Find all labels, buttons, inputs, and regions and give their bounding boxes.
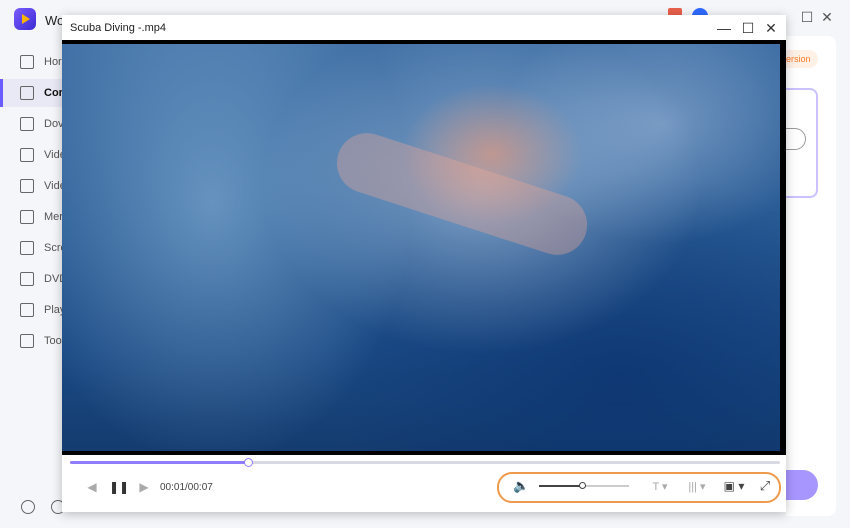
sidebar-item-toolbox[interactable]: Too (0, 327, 62, 355)
download-icon (20, 117, 34, 131)
player-close-button[interactable]: ✕ (761, 18, 781, 38)
sidebar-item-label: Hor (44, 56, 62, 68)
toolbox-icon (20, 334, 34, 348)
app-close-button[interactable]: ✕ (818, 8, 836, 26)
progress-fill (70, 461, 248, 464)
player-icon (20, 303, 34, 317)
sidebar-item-label: Cor (44, 87, 63, 99)
sidebar-item-label: Too (44, 335, 62, 347)
video-player-window: Scuba Diving -.mp4 — ☐ ✕ ◀ ❚❚ ▶ 00:01/00… (62, 15, 786, 512)
video-frame[interactable] (62, 40, 786, 455)
scissors-icon (20, 179, 34, 193)
volume-fill (539, 485, 583, 487)
player-title: Scuba Diving -.mp4 (70, 22, 166, 34)
sidebar-item-dvd-burner[interactable]: DVD (0, 265, 67, 293)
underwater-scene (62, 44, 780, 451)
fullscreen-icon[interactable]: ⤢ (756, 478, 774, 494)
time-display: 00:01/00:07 (160, 482, 213, 493)
merge-icon (20, 210, 34, 224)
converter-icon (20, 86, 34, 100)
screen-record-icon (20, 241, 34, 255)
sidebar-item-player[interactable]: Play (0, 296, 65, 324)
progress-bar[interactable] (70, 458, 780, 467)
player-maximize-button[interactable]: ☐ (738, 18, 758, 38)
sidebar-item-merger[interactable]: Mer (0, 203, 63, 231)
diver-figure (329, 125, 595, 263)
sidebar-item-video-editor[interactable]: Vide (0, 172, 66, 200)
volume-icon[interactable]: 🔈 (513, 478, 529, 494)
app-maximize-button[interactable]: ☐ (798, 8, 816, 26)
subtitle-icon[interactable]: T ▾ (649, 479, 671, 495)
player-minimize-button[interactable]: — (714, 18, 734, 38)
player-titlebar: Scuba Diving -.mp4 — ☐ ✕ (62, 15, 786, 40)
next-button[interactable]: ▶ (136, 479, 152, 495)
sidebar-item-label: Dov (44, 118, 64, 130)
convert-all-button[interactable] (786, 470, 818, 500)
sidebar-item-screen-recorder[interactable]: Scre (0, 234, 67, 262)
feature-card[interactable] (776, 88, 818, 198)
sidebar-item-label: Mer (44, 211, 63, 223)
sidebar-item-home[interactable]: Hor (0, 48, 62, 76)
home-icon (20, 55, 34, 69)
sidebar-item-converter[interactable]: Cor (0, 79, 63, 107)
volume-slider[interactable] (539, 482, 629, 489)
previous-button[interactable]: ◀ (84, 479, 100, 495)
sidebar-item-downloader[interactable]: Dov (0, 110, 64, 138)
snapshot-icon[interactable]: ▣ ▾ (720, 478, 748, 494)
app-logo-icon (14, 8, 36, 30)
dvd-icon (20, 272, 34, 286)
video-compress-icon (20, 148, 34, 162)
sidebar: Hor Cor Dov Vide Vide Mer Scre DVD Play … (0, 46, 67, 486)
sidebar-item-video-compressor[interactable]: Vide (0, 141, 66, 169)
help-icon[interactable] (21, 500, 35, 514)
progress-thumb[interactable] (243, 458, 253, 467)
pause-button[interactable]: ❚❚ (109, 479, 129, 495)
audio-track-icon[interactable]: ||| ▾ (682, 479, 712, 495)
upgrade-badge[interactable]: ersion (786, 50, 818, 68)
